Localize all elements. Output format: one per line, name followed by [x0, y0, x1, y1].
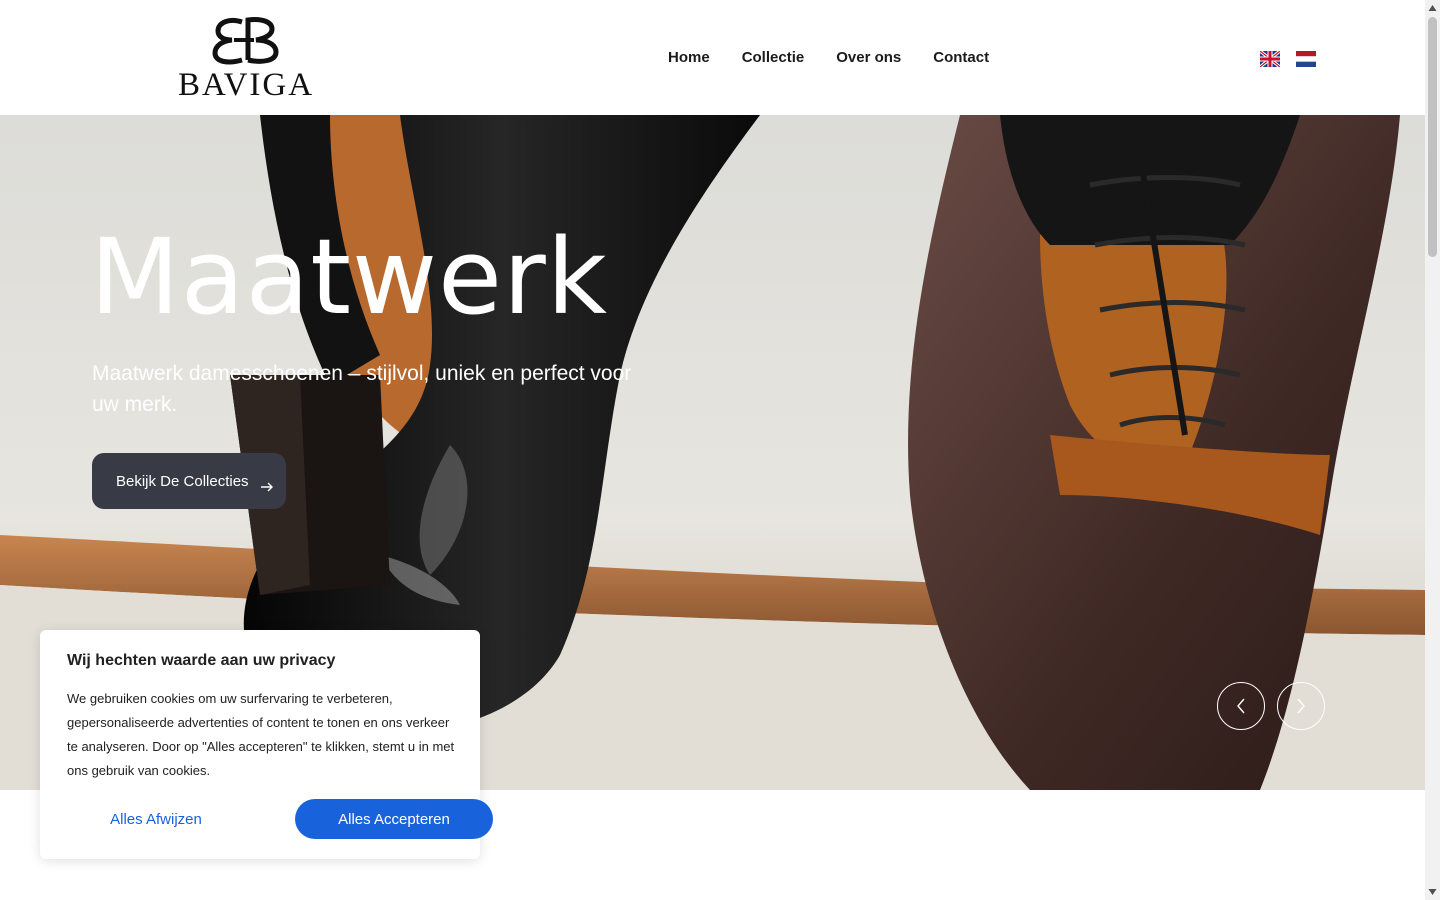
slider-prev-button[interactable] — [1217, 682, 1265, 730]
scrollbar-thumb[interactable] — [1428, 17, 1437, 257]
page-scrollbar[interactable] — [1425, 0, 1440, 900]
nav-home[interactable]: Home — [668, 47, 710, 69]
scroll-up-arrow-icon[interactable] — [1428, 4, 1437, 12]
site-header: BAVIGA Home Collectie Over ons Contact — [0, 0, 1425, 115]
cta-label: Bekijk De Collecties — [116, 472, 249, 490]
chevron-right-icon — [1297, 698, 1305, 714]
arrow-right-icon — [261, 482, 273, 492]
accept-all-button[interactable]: Alles Accepteren — [295, 799, 493, 839]
brand-wordmark: BAVIGA — [178, 67, 315, 103]
view-collections-button[interactable]: Bekijk De Collecties — [92, 453, 286, 509]
cookie-body: We gebruiken cookies om uw surfervaring … — [67, 691, 455, 778]
nav-collectie[interactable]: Collectie — [742, 47, 805, 69]
nl-flag-icon[interactable] — [1296, 51, 1316, 67]
cookie-title: Wij hechten waarde aan uw privacy — [67, 652, 336, 669]
scroll-down-arrow-icon[interactable] — [1428, 888, 1437, 896]
brand-logo[interactable]: BAVIGA — [178, 16, 315, 103]
cookie-consent-banner: Wij hechten waarde aan uw privacy We geb… — [40, 630, 493, 859]
reject-all-button[interactable]: Alles Afwijzen — [67, 799, 245, 839]
hero-subtitle: Maatwerk damesschoenen – stijlvol, uniek… — [92, 362, 632, 416]
main-nav: Home Collectie Over ons Contact — [668, 47, 1021, 69]
nav-contact[interactable]: Contact — [933, 47, 989, 69]
chevron-left-icon — [1237, 698, 1245, 714]
hero-title: Maatwerk — [90, 216, 608, 338]
nav-over-ons[interactable]: Over ons — [836, 47, 901, 69]
uk-flag-icon[interactable] — [1260, 51, 1280, 67]
monogram-logo-icon — [212, 17, 279, 65]
language-switcher — [1260, 51, 1316, 67]
slider-next-button[interactable] — [1277, 682, 1325, 730]
